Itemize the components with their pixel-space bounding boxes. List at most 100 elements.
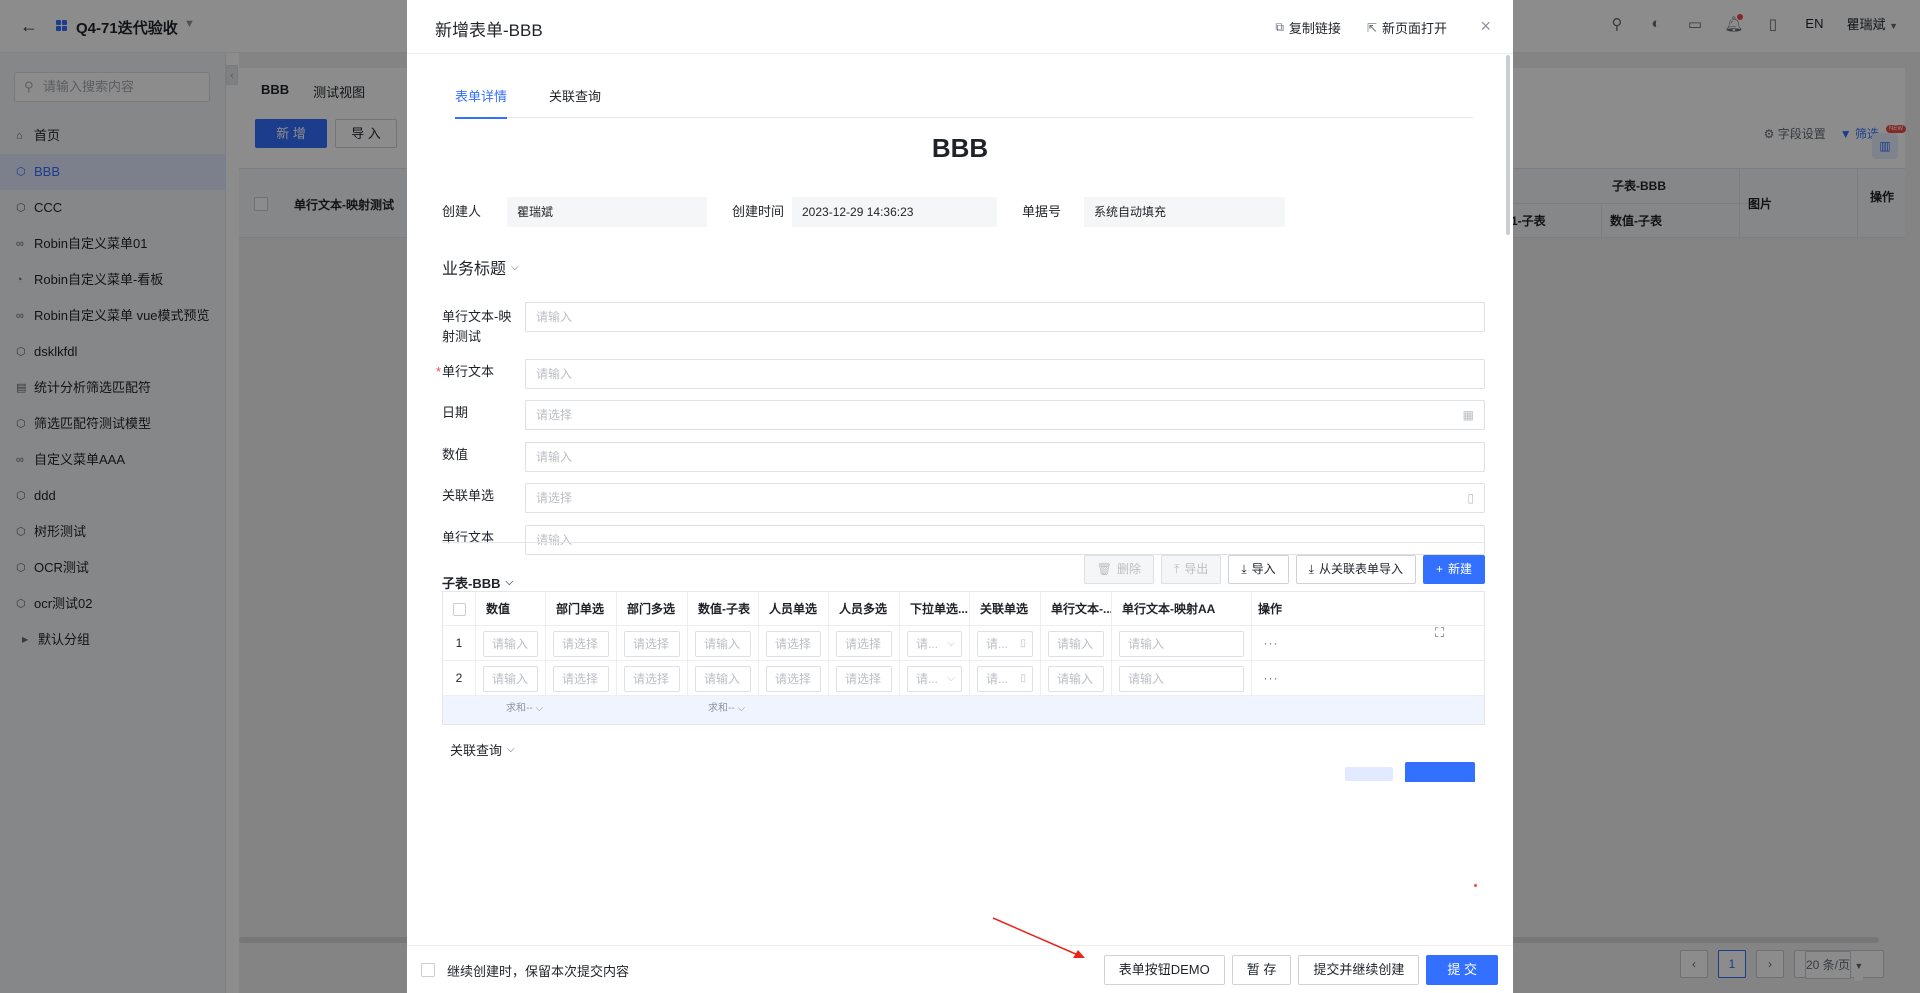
import-from-related-button[interactable]: ⤓ 从关联表单导入 [1295, 555, 1416, 584]
new-related-button[interactable] [1405, 762, 1475, 782]
table-cell: 请输入 [1112, 626, 1252, 660]
summary-cell [617, 696, 688, 724]
single-text-input-2[interactable]: 请输入 [525, 525, 1485, 555]
subtable-grid: 数值 部门单选 部门多选 数值-子表 人员单选 人员多选 下拉单选... 关联单… [442, 591, 1485, 725]
tab-form-details[interactable]: 表单详情 [455, 88, 508, 119]
chevron-down-icon: ⌵ [947, 673, 955, 684]
cell-person-single-select[interactable]: 请选择 [766, 666, 821, 692]
cell-placeholder: 请... [916, 637, 939, 651]
cell-text-input[interactable]: 请输入 [1048, 631, 1104, 657]
cell-placeholder: 请... [916, 672, 939, 686]
download-icon: ⤓ [1308, 562, 1314, 576]
column-header: 数值 [476, 592, 546, 625]
single-text-input[interactable]: 请输入 [525, 359, 1485, 389]
cell-number-sub-input[interactable]: 请输入 [695, 666, 751, 692]
related-query-label: 关联查询 [450, 743, 503, 758]
close-icon[interactable]: × [1480, 16, 1491, 37]
table-cell: 请选择 [617, 626, 688, 660]
related-query-section[interactable]: 关联查询 ⌵ [450, 740, 515, 759]
subtable-title[interactable]: 子表-BBB ⌵ [442, 573, 513, 592]
row-more-button[interactable]: ··· [1252, 626, 1290, 660]
cell-text-mapping-input[interactable]: 请输入 [1119, 631, 1244, 657]
chevron-down-icon: ⌵ [505, 577, 514, 588]
cell-dropdown-select[interactable]: 请... ⌵ [907, 666, 962, 692]
save-draft-button[interactable]: 暂 存 [1231, 955, 1292, 985]
cell-related-select[interactable]: 请... ▯ [977, 631, 1033, 657]
filter-tag[interactable] [1345, 767, 1393, 781]
related-single-select[interactable]: 请选择 ▯ [525, 483, 1485, 513]
single-text-mapping-input[interactable]: 请输入 [525, 302, 1485, 332]
number-input[interactable]: 请输入 [525, 442, 1485, 472]
table-cell: 请输入 [1041, 661, 1112, 695]
calendar-icon: ▦ [1462, 408, 1474, 422]
new-row-button[interactable]: + 新建 [1422, 555, 1485, 584]
table-cell: 请输入 [688, 626, 759, 660]
cell-number-input[interactable]: 请输入 [483, 666, 538, 692]
table-cell: 请选择 [546, 661, 617, 695]
keep-content-checkbox[interactable] [421, 963, 435, 977]
cell-dept-single-select[interactable]: 请选择 [553, 631, 609, 657]
sum-label: 求和-- [506, 703, 533, 714]
cell-text-mapping-input[interactable]: 请输入 [1119, 666, 1244, 692]
tab-related-query[interactable]: 关联查询 [549, 88, 601, 118]
table-cell: 请... ⌵ [900, 661, 970, 695]
subtable-toolbar: 🗑︎ 删除 ⤒ 导出 ⤓ 导入 ⤓ 从关联表单导入 + 新建 [1083, 555, 1485, 584]
sum-select[interactable]: 求和-- ⌵ [688, 696, 759, 724]
delete-button[interactable]: 🗑︎ 删除 [1083, 555, 1154, 584]
cell-dept-single-select[interactable]: 请选择 [553, 666, 609, 692]
cell-dropdown-select[interactable]: 请... ⌵ [907, 631, 962, 657]
table-cell: 请选择 [829, 626, 900, 660]
cell-person-multi-select[interactable]: 请选择 [836, 666, 892, 692]
select-all-checkbox[interactable] [453, 603, 466, 617]
sum-select[interactable]: 求和-- ⌵ [476, 696, 546, 724]
table-cell: 请输入 [476, 661, 546, 695]
column-header: 部门单选 [546, 592, 617, 625]
annotation-dot [1474, 884, 1477, 887]
cell-dept-multi-select[interactable]: 请选择 [624, 631, 680, 657]
created-time-label: 创建时间 [732, 204, 785, 219]
table-cell: 请输入 [1112, 661, 1252, 695]
export-label: 导出 [1184, 562, 1209, 576]
date-picker[interactable]: 请选择 ▦ [525, 400, 1485, 430]
field-label: 日期 [442, 405, 469, 420]
business-title-section[interactable]: 业务标题 ⌵ [442, 255, 519, 279]
trash-icon: 🗑︎ [1096, 562, 1112, 576]
row-more-button[interactable]: ··· [1252, 661, 1290, 695]
select-all-cell [443, 592, 476, 625]
submit-and-continue-button[interactable]: 提交并继续创建 [1298, 955, 1420, 985]
table-row: 1 请输入 请选择 请选择 请输入 请选择 请选择 请... ⌵ 请... ▯ 请输… [443, 626, 1484, 661]
section-title-label: 业务标题 [442, 261, 507, 278]
submit-button[interactable]: 提 交 [1426, 955, 1498, 985]
footer-buttons: 表单按钮DEMO 暂 存 提交并继续创建 提 交 [1103, 955, 1498, 985]
cell-number-sub-input[interactable]: 请输入 [695, 631, 751, 657]
open-new-page-button[interactable]: ⇱ 新页面打开 [1367, 18, 1447, 37]
cell-text-input[interactable]: 请输入 [1048, 666, 1104, 692]
open-new-page-label: 新页面打开 [1381, 21, 1447, 36]
table-cell: 请... ▯ [970, 661, 1041, 695]
form-name-heading: BBB [931, 133, 989, 163]
form-tabs: 表单详情 关联查询 [455, 88, 1473, 119]
import-label: 导入 [1251, 562, 1276, 576]
field-label: 单行文本 [442, 530, 495, 545]
subtable-header-row: 数值 部门单选 部门多选 数值-子表 人员单选 人员多选 下拉单选... 关联单… [443, 592, 1484, 626]
table-row: 2 请输入 请选择 请选择 请输入 请选择 请选择 请... ⌵ 请... ▯ 请输… [443, 661, 1484, 696]
cell-placeholder: 请... [986, 637, 1009, 651]
form-button-demo[interactable]: 表单按钮DEMO [1103, 955, 1225, 985]
cell-person-multi-select[interactable]: 请选择 [836, 631, 892, 657]
modal-header: 新增表单-BBB ⧉ 复制链接 ⇱ 新页面打开 × [407, 0, 1513, 54]
import-button[interactable]: ⤓ 导入 [1228, 555, 1289, 584]
chevron-down-icon: ⌵ [511, 261, 519, 273]
cell-number-input[interactable]: 请输入 [483, 631, 538, 657]
cell-related-select[interactable]: 请... ▯ [977, 666, 1033, 692]
table-cell: 请输入 [476, 626, 546, 660]
new-form-modal: 新增表单-BBB ⧉ 复制链接 ⇱ 新页面打开 × 表单详情 关联查询 BBB 创建… [407, 0, 1513, 993]
cell-person-single-select[interactable]: 请选择 [766, 631, 821, 657]
cell-placeholder: 请... [986, 672, 1009, 686]
row-index: 1 [443, 626, 476, 660]
doc-number-label: 单据号 [1022, 204, 1062, 219]
column-header: 人员多选 [829, 592, 900, 625]
export-button[interactable]: ⤒ 导出 [1160, 555, 1222, 584]
cell-dept-multi-select[interactable]: 请选择 [624, 666, 680, 692]
annotation-arrow [992, 917, 1085, 958]
copy-link-button[interactable]: ⧉ 复制链接 [1275, 18, 1341, 37]
